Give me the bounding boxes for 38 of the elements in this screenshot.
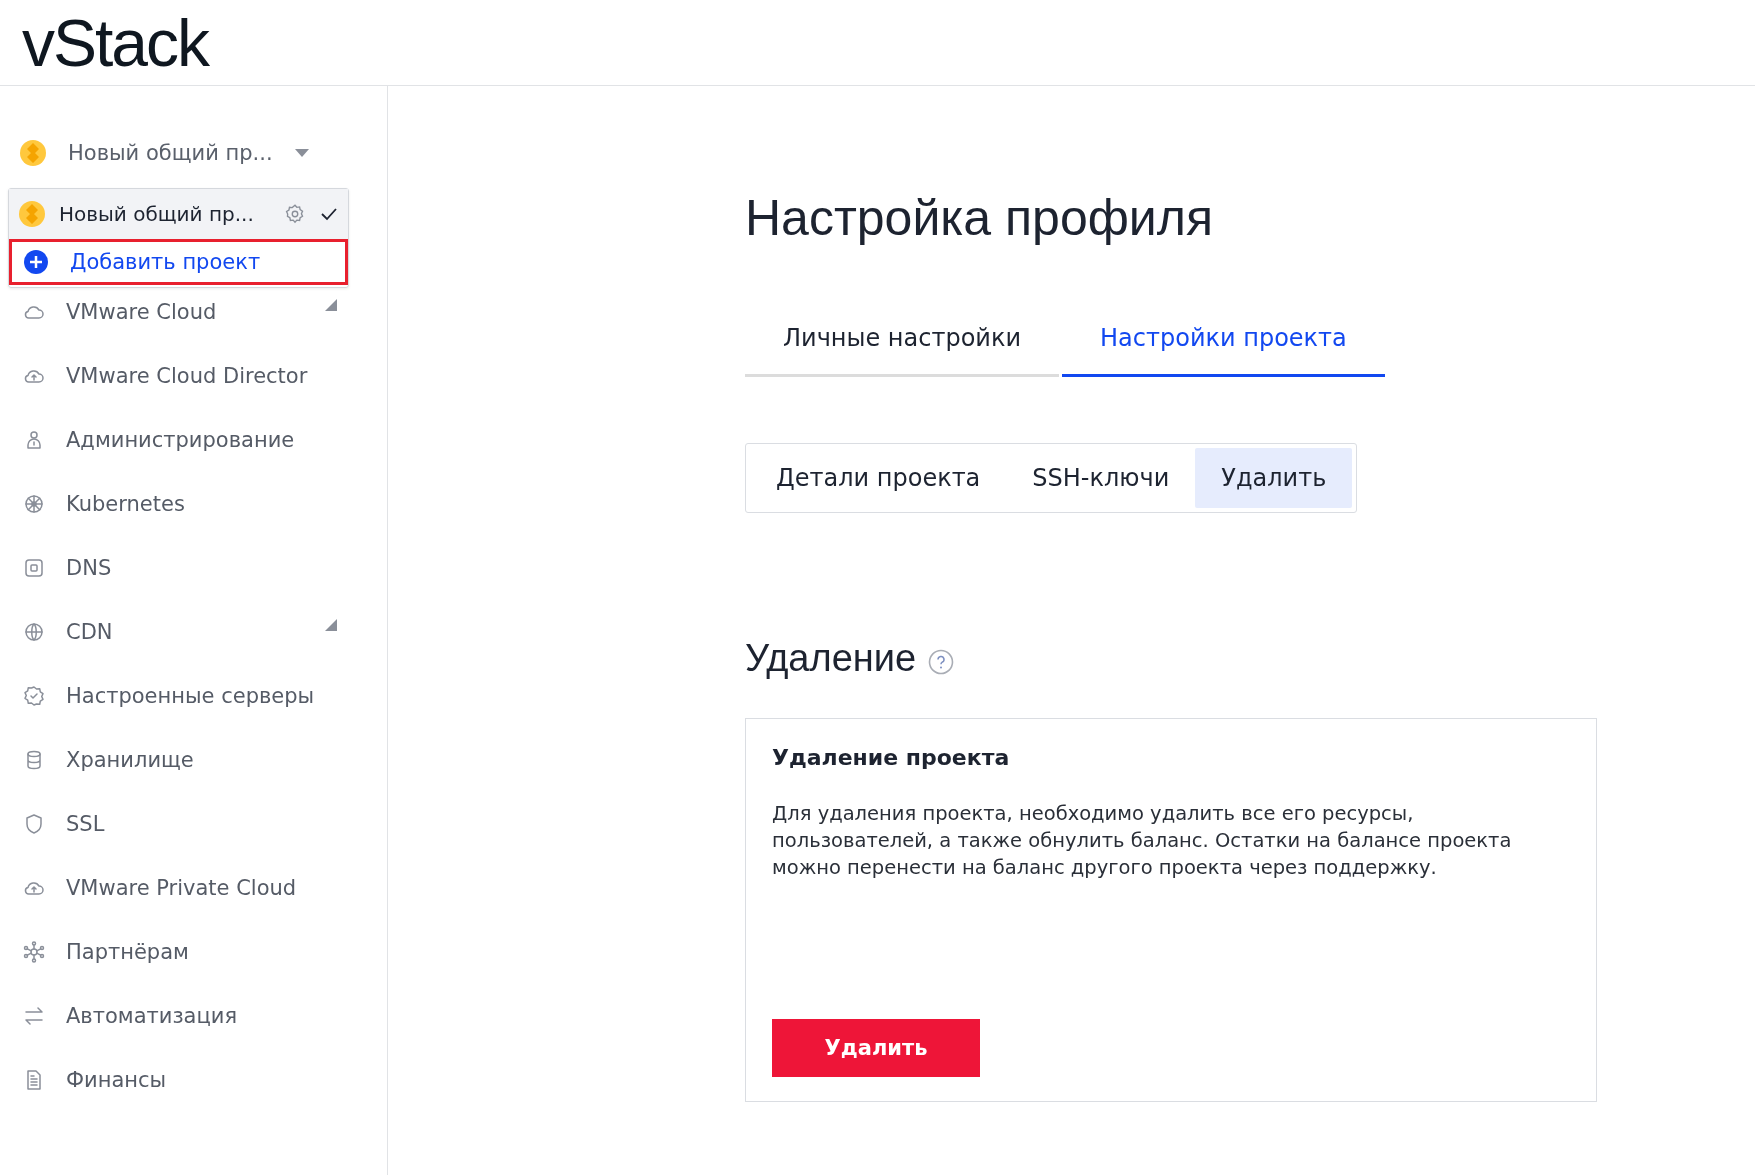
segment-tab[interactable]: Удалить [1195,448,1353,508]
badge-check-icon [22,684,46,708]
tab[interactable]: Настройки проекта [1062,310,1385,377]
vstack-logo[interactable]: vStack [22,9,209,76]
delete-button[interactable]: Удалить [772,1019,980,1077]
tab[interactable]: Личные настройки [745,310,1060,377]
settings-icon[interactable] [284,203,306,225]
sidebar-item[interactable]: CDN [0,600,387,664]
sidebar-item[interactable]: Kubernetes [0,472,387,536]
project-switcher[interactable]: Новый общий пр... [68,141,273,165]
helm-wheel-icon [22,492,46,516]
section-title: Удаление [745,637,917,680]
sidebar-item[interactable]: VMware Private Cloud [0,856,387,920]
page-title: Настройка профиля [745,189,1215,248]
globe-icon [22,620,46,644]
network-nodes-icon [22,940,46,964]
sidebar-item[interactable]: Автоматизация [0,984,387,1048]
segment-tab[interactable]: Детали проекта [750,448,1007,508]
project-item[interactable]: Новый общий пр... [9,189,348,239]
swap-arrows-icon [22,1004,46,1028]
card-title: Удаление проекта [772,745,1011,770]
project-avatar-icon [20,140,46,166]
segment-tab[interactable]: SSH-ключи [1006,448,1196,508]
sidebar-item[interactable]: Настроенные серверы [0,664,387,728]
card-text: Для удаления проекта, необходимо удалить все его ресурсы, пользователей, а также обнулить баланс. Остатки на балансе проекта можно перенести на баланс другого проекта через поддержку. [772,801,1513,881]
sidebar-item[interactable]: Хранилище [0,728,387,792]
sidebar-item[interactable]: Финансы [0,1048,387,1112]
plus-icon [24,250,48,274]
project-avatar-icon [19,201,45,227]
sidebar-item[interactable]: SSL [0,792,387,856]
sidebar-item[interactable]: VMware Cloud Director [0,344,387,408]
help-icon[interactable] [928,648,955,675]
sidebar-item[interactable]: Партнёрам [0,920,387,984]
add-project-item[interactable]: Добавить проект [9,239,348,285]
sidebar-item[interactable]: Администрирование [0,408,387,472]
caret-icon[interactable] [294,148,309,158]
square-icon [22,556,46,580]
sidebar-item[interactable]: DNS [0,536,387,600]
